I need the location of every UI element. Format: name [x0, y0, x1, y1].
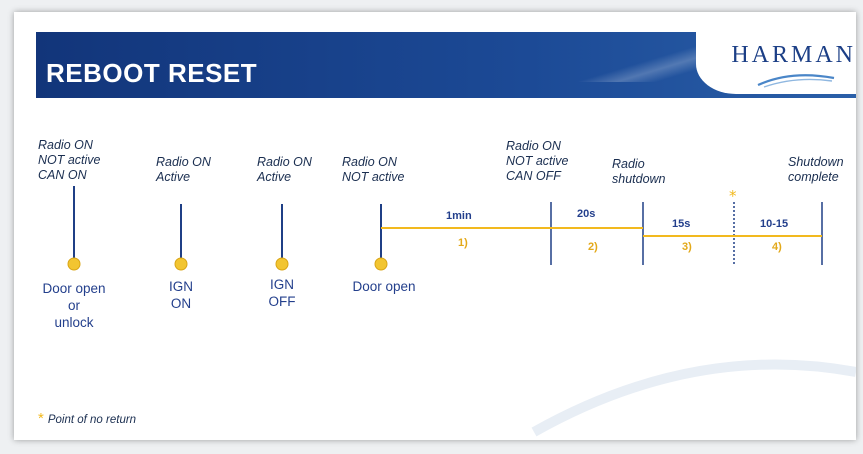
point-of-no-return-star: *: [729, 187, 737, 205]
event-3-line-1: IGN: [269, 277, 294, 292]
state-label-4: Radio ON NOT active: [342, 155, 405, 185]
state-label-3: Radio ON Active: [257, 155, 312, 185]
event-label-4: Door open: [344, 278, 424, 295]
event-1-line-1: Door open: [42, 281, 106, 296]
state-1-line-3: CAN ON: [38, 168, 87, 182]
segment-1-step: 1): [458, 237, 468, 249]
slide: REBOOT RESET HARMAN Radio ON NOT active …: [14, 12, 856, 440]
segment-3-step: 3): [682, 241, 692, 253]
footnote-text: Point of no return: [47, 414, 137, 426]
event-label-3: IGN OFF: [252, 276, 312, 310]
segment-4-step: 4): [772, 241, 782, 253]
segment-3-duration: 15s: [672, 218, 691, 230]
state-3-line-1: Radio ON: [257, 155, 312, 169]
state-6-line-2: shutdown: [612, 172, 666, 186]
segment-1-duration: 1min: [446, 210, 472, 222]
event-2-line-1: IGN: [168, 279, 193, 294]
state-5-line-3: CAN OFF: [506, 169, 561, 183]
event-4-line-1: Door open: [352, 279, 416, 294]
state-6-line-1: Radio: [612, 157, 645, 171]
background-swirl: [531, 359, 856, 437]
state-1-line-2: NOT active: [38, 153, 101, 167]
event-dot-2: [174, 257, 188, 271]
state-label-1: Radio ON NOT active CAN ON: [38, 138, 101, 183]
timeline-diagram: [67, 186, 856, 437]
event-label-1: Door open or unlock: [36, 280, 112, 331]
state-1-line-1: Radio ON: [38, 138, 93, 152]
event-3-line-2: OFF: [268, 294, 296, 309]
state-5-line-2: NOT active: [506, 154, 569, 168]
event-1-line-2: or: [67, 298, 80, 313]
footnote-star: *: [38, 410, 44, 427]
state-7-line-1: Shutdown: [788, 155, 844, 169]
event-label-2: IGN ON: [151, 278, 211, 312]
state-2-line-2: Active: [156, 170, 191, 184]
state-4-line-1: Radio ON: [342, 155, 397, 169]
event-dot-4: [374, 257, 388, 271]
state-label-5: Radio ON NOT active CAN OFF: [506, 139, 569, 184]
state-label-2: Radio ON Active: [156, 155, 211, 185]
event-dot-1: [67, 257, 81, 271]
event-dot-3: [275, 257, 289, 271]
state-3-line-2: Active: [257, 170, 292, 184]
state-label-6: Radio shutdown: [612, 157, 666, 187]
event-1-line-3: unlock: [54, 315, 94, 330]
footnote: * Point of no return: [38, 410, 136, 427]
state-4-line-2: NOT active: [342, 170, 405, 184]
segment-2-step: 2): [588, 241, 598, 253]
state-label-7: Shutdown complete: [788, 155, 844, 185]
state-2-line-1: Radio ON: [156, 155, 211, 169]
segment-4-duration: 10-15: [760, 218, 789, 230]
state-5-line-1: Radio ON: [506, 139, 561, 153]
segment-2-duration: 20s: [577, 208, 596, 220]
state-7-line-2: complete: [788, 170, 839, 184]
event-2-line-2: ON: [170, 296, 192, 311]
